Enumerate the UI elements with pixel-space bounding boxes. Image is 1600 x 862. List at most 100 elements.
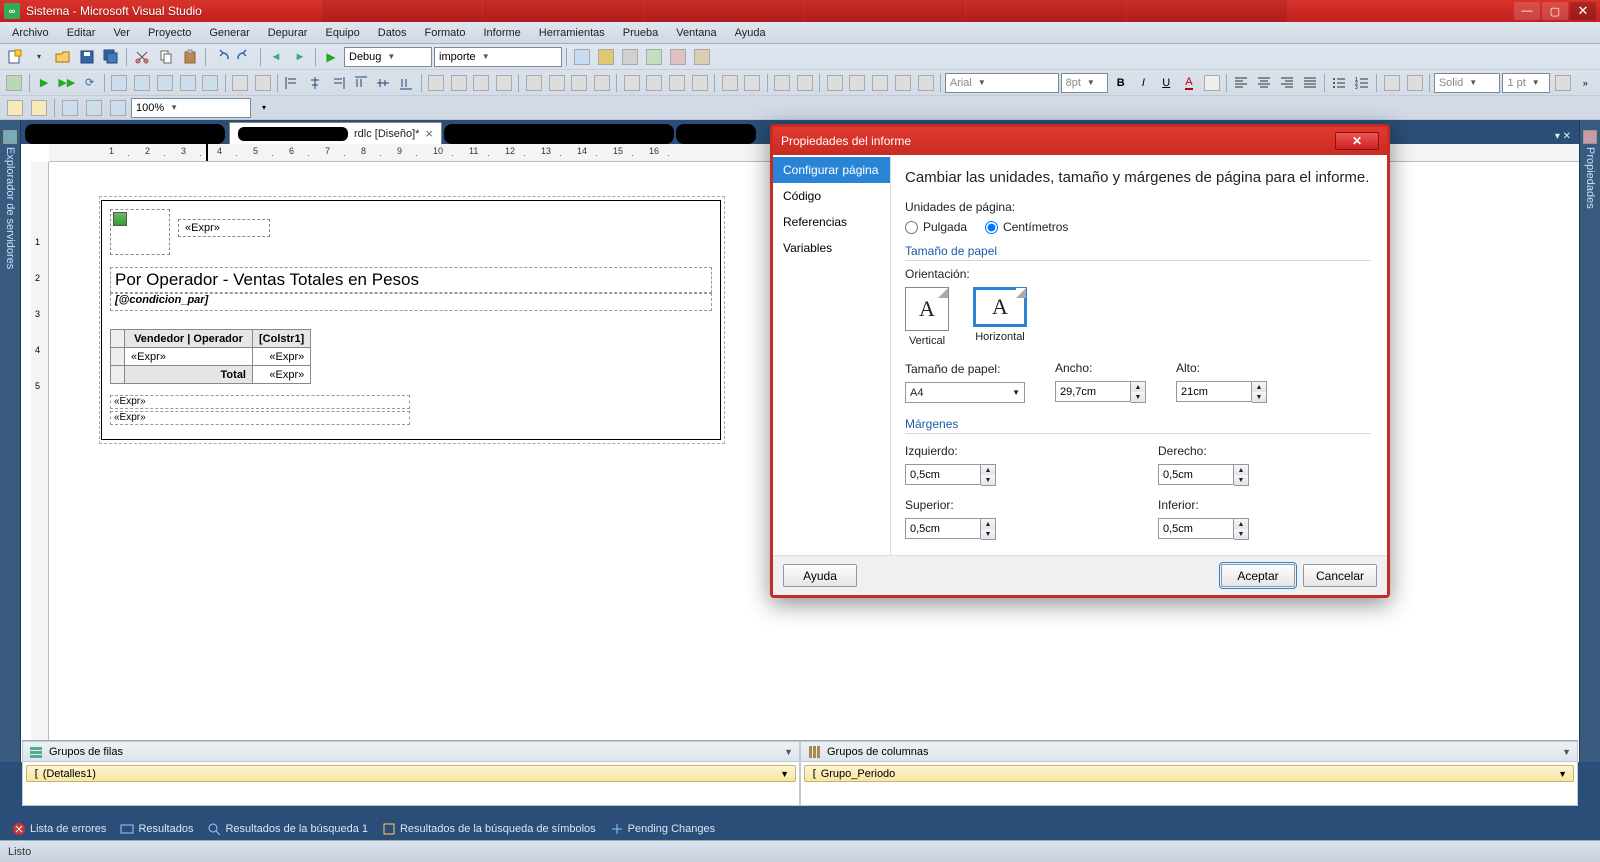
report-image-placeholder[interactable]: [110, 209, 170, 255]
menu-ver[interactable]: Ver: [105, 25, 138, 41]
tab-lista-errores[interactable]: Lista de errores: [6, 820, 112, 838]
outdent-button[interactable]: [1381, 72, 1402, 94]
start-debug-button[interactable]: ▶: [320, 46, 342, 68]
ok-button[interactable]: Aceptar: [1221, 564, 1295, 587]
config-combo[interactable]: Debug▼: [344, 47, 432, 67]
menu-archivo[interactable]: Archivo: [4, 25, 57, 41]
open-button[interactable]: [52, 46, 74, 68]
report-title-textbox[interactable]: Por Operador - Ventas Totales en Pesos: [110, 267, 712, 293]
align-mid-button[interactable]: [373, 72, 394, 94]
paste-button[interactable]: [179, 46, 201, 68]
new-dropdown[interactable]: ▾: [28, 46, 50, 68]
radio-centimetros[interactable]: Centímetros: [985, 220, 1068, 234]
col-colstr[interactable]: [Colstr1]: [253, 330, 311, 348]
vspace-4[interactable]: [690, 72, 711, 94]
row-groups-dropdown[interactable]: ▼: [784, 747, 793, 757]
search-combo[interactable]: importe▼: [434, 47, 562, 67]
save-all-button[interactable]: [100, 46, 122, 68]
cancel-button[interactable]: Cancelar: [1303, 564, 1377, 587]
hspace-2[interactable]: [546, 72, 567, 94]
border-style-combo[interactable]: Solid▼: [1434, 73, 1501, 93]
tab-propiedades[interactable]: Propiedades: [1582, 126, 1598, 756]
margin-bottom-input[interactable]: ▲▼: [1158, 518, 1371, 540]
nav-code[interactable]: Código: [773, 183, 890, 209]
copy-button[interactable]: [155, 46, 177, 68]
orient-horizontal[interactable]: A Horizontal: [973, 287, 1027, 347]
rpt-btn-9[interactable]: [200, 72, 221, 94]
menu-depurar[interactable]: Depurar: [260, 25, 316, 41]
minimize-button[interactable]: —: [1514, 2, 1540, 20]
rpt-btn-1[interactable]: [4, 72, 25, 94]
menu-ventana[interactable]: Ventana: [668, 25, 724, 41]
nav-references[interactable]: Referencias: [773, 209, 890, 235]
dialog-titlebar[interactable]: Propiedades del informe ✕: [773, 127, 1387, 155]
tab-pending-changes[interactable]: Pending Changes: [604, 820, 721, 838]
tab-resultados[interactable]: Resultados: [114, 820, 199, 838]
row-group-item[interactable]: [ (Detalles1) ▼: [26, 765, 796, 782]
radio-pulgada[interactable]: Pulgada: [905, 220, 967, 234]
zoom-btn6[interactable]: ▾: [253, 97, 275, 119]
tbx6[interactable]: [691, 46, 713, 68]
col-groups-dropdown[interactable]: ▼: [1562, 747, 1571, 757]
menu-generar[interactable]: Generar: [201, 25, 257, 41]
margin-top-input[interactable]: ▲▼: [905, 518, 1118, 540]
align-right-button[interactable]: [328, 72, 349, 94]
rpt-btn-3[interactable]: ▶▶: [56, 72, 77, 94]
font-family-combo[interactable]: Arial▼: [945, 73, 1059, 93]
menu-prueba[interactable]: Prueba: [615, 25, 666, 41]
merge-2[interactable]: [847, 72, 868, 94]
border-width-combo[interactable]: 1 pt▼: [1502, 73, 1550, 93]
merge-3[interactable]: [870, 72, 891, 94]
text-left-button[interactable]: [1231, 72, 1252, 94]
order-front[interactable]: [772, 72, 793, 94]
zoom-btn5[interactable]: [107, 97, 129, 119]
sizing-2[interactable]: [448, 72, 469, 94]
report-condition-textbox[interactable]: [@condicion_par]: [110, 293, 712, 311]
rpt-btn-8[interactable]: [177, 72, 198, 94]
zoom-btn2[interactable]: [28, 97, 50, 119]
cell-total[interactable]: Total: [125, 366, 253, 384]
tab-overflow-icon[interactable]: ▾ ✕: [1551, 129, 1575, 144]
textbox-expr-1[interactable]: «Expr»: [178, 219, 270, 237]
rpt-btn-7[interactable]: [154, 72, 175, 94]
cut-button[interactable]: [131, 46, 153, 68]
orient-vertical[interactable]: A Vertical: [905, 287, 949, 347]
new-project-button[interactable]: [4, 46, 26, 68]
align-left-button[interactable]: [282, 72, 303, 94]
footer-expr-2[interactable]: «Expr»: [110, 411, 410, 425]
indent-button[interactable]: [1404, 72, 1425, 94]
underline-button[interactable]: U: [1156, 72, 1177, 94]
border-color-button[interactable]: [1552, 72, 1573, 94]
menu-equipo[interactable]: Equipo: [317, 25, 367, 41]
redo-button[interactable]: [234, 46, 256, 68]
align-top-button[interactable]: [350, 72, 371, 94]
more-button[interactable]: »: [1575, 72, 1596, 94]
zoom-combo[interactable]: 100%▼: [131, 98, 251, 118]
list-number-button[interactable]: 123: [1352, 72, 1373, 94]
help-button[interactable]: Ayuda: [783, 564, 857, 587]
align-bot-button[interactable]: [396, 72, 417, 94]
menu-herramientas[interactable]: Herramientas: [531, 25, 613, 41]
vspace-3[interactable]: [667, 72, 688, 94]
tbx2[interactable]: [595, 46, 617, 68]
col-group-item[interactable]: [ Grupo_Periodo ▼: [804, 765, 1574, 782]
maximize-button[interactable]: ▢: [1542, 2, 1568, 20]
width-input[interactable]: ▲▼: [1055, 381, 1146, 403]
font-color-button[interactable]: A: [1179, 72, 1200, 94]
tbx1[interactable]: [571, 46, 593, 68]
hspace-3[interactable]: [569, 72, 590, 94]
margin-right-input[interactable]: ▲▼: [1158, 464, 1371, 486]
col-vendedor[interactable]: Vendedor | Operador: [125, 330, 253, 348]
text-justify-button[interactable]: [1299, 72, 1320, 94]
align-center-button[interactable]: [305, 72, 326, 94]
tbx3[interactable]: [619, 46, 641, 68]
merge-4[interactable]: [892, 72, 913, 94]
menu-informe[interactable]: Informe: [475, 25, 528, 41]
sizing-1[interactable]: [425, 72, 446, 94]
rpt-btn-5[interactable]: [109, 72, 130, 94]
zoom-btn4[interactable]: [83, 97, 105, 119]
cell-expr-3[interactable]: «Expr»: [253, 366, 311, 384]
merge-5[interactable]: [915, 72, 936, 94]
zoom-btn3[interactable]: [59, 97, 81, 119]
close-tab-icon[interactable]: ×: [425, 126, 433, 141]
